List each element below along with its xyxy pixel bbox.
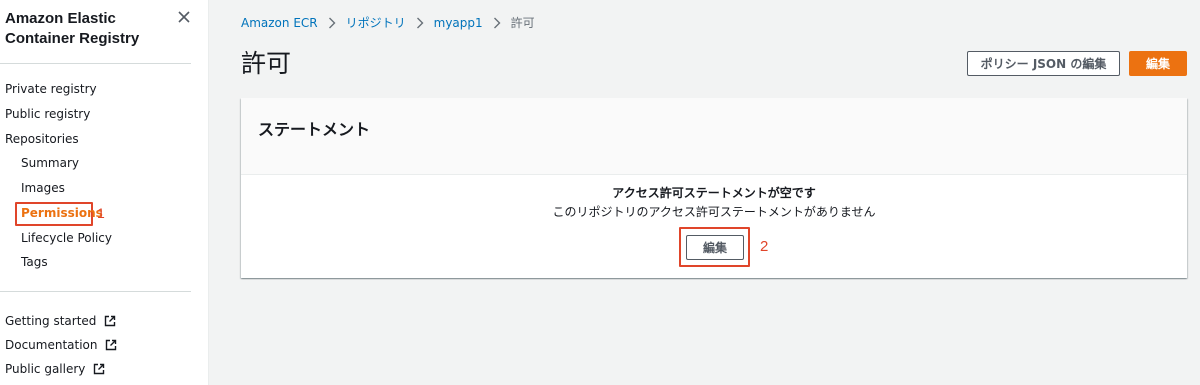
chevron-right-icon	[328, 17, 336, 29]
sidebar: Amazon Elastic Container Registry Privat…	[0, 0, 209, 385]
empty-state-title: アクセス許可ステートメントが空です	[612, 186, 816, 200]
annotation-marker-2: 2	[760, 238, 769, 255]
empty-state-edit-button[interactable]: 編集	[686, 235, 744, 260]
sidebar-item-images[interactable]: Images	[21, 180, 65, 196]
link-label: Getting started	[5, 314, 97, 328]
sidebar-item-lifecycle-policy[interactable]: Lifecycle Policy	[21, 230, 112, 246]
sidebar-item-permissions[interactable]: Permissions	[21, 205, 103, 221]
sidebar-divider	[0, 291, 191, 292]
chevron-right-icon	[416, 17, 424, 29]
page-title: 許可	[241, 49, 292, 78]
sidebar-divider	[0, 63, 191, 64]
sidebar-item-tags[interactable]: Tags	[21, 254, 48, 270]
close-icon[interactable]	[176, 9, 192, 25]
chevron-right-icon	[493, 17, 501, 29]
breadcrumb: Amazon ECR リポジトリ myapp1 許可	[241, 14, 535, 32]
sidebar-item-summary[interactable]: Summary	[21, 155, 79, 171]
sidebar-link-getting-started[interactable]: Getting started	[5, 313, 116, 329]
sidebar-link-public-gallery[interactable]: Public gallery	[5, 361, 105, 377]
breadcrumb-repositories[interactable]: リポジトリ	[346, 15, 406, 31]
breadcrumb-myapp1[interactable]: myapp1	[434, 15, 483, 31]
sidebar-item-private-registry[interactable]: Private registry	[5, 81, 97, 97]
panel-title: ステートメント	[258, 120, 371, 139]
link-label: Documentation	[5, 338, 98, 352]
breadcrumb-amazon-ecr[interactable]: Amazon ECR	[241, 15, 318, 31]
sidebar-item-public-registry[interactable]: Public registry	[5, 106, 90, 122]
external-link-icon	[105, 315, 116, 327]
empty-state-description: このリポジトリのアクセス許可ステートメントがありません	[552, 205, 876, 219]
panel-header: ステートメント	[241, 98, 1187, 175]
breadcrumb-current: 許可	[510, 16, 535, 30]
sidebar-link-documentation[interactable]: Documentation	[5, 337, 117, 353]
external-link-icon	[94, 363, 105, 375]
statements-panel: ステートメント アクセス許可ステートメントが空です このリポジトリのアクセス許可…	[241, 98, 1187, 278]
edit-button[interactable]: 編集	[1129, 51, 1187, 76]
external-link-icon	[106, 339, 117, 351]
link-label: Public gallery	[5, 362, 86, 376]
annotation-marker-1: 1	[97, 205, 105, 221]
sidebar-title: Amazon Elastic Container Registry	[5, 10, 140, 47]
sidebar-item-repositories[interactable]: Repositories	[5, 131, 79, 147]
edit-policy-json-button[interactable]: ポリシー JSON の編集	[967, 51, 1120, 76]
